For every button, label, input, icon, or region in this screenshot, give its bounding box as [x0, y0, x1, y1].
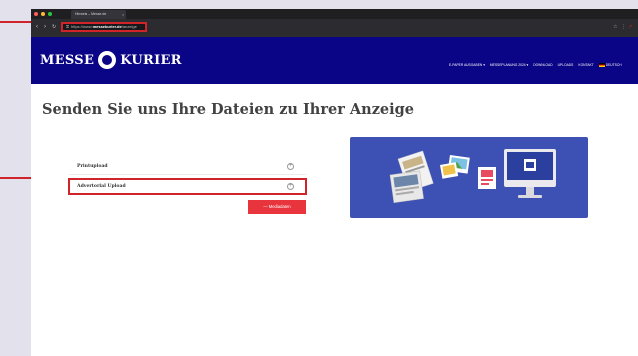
accordion-item-advertorial-upload[interactable]: Advertorial Upload: [77, 184, 126, 189]
title-bar: Hinweis – Messe.de ×: [31, 9, 638, 19]
menu-item-language-label: DEUTSCH: [605, 63, 622, 67]
menu-item-messeplanung[interactable]: MESSEPLANUNG 2024 ▾: [490, 63, 528, 68]
expand-advertorial-icon[interactable]: +: [287, 183, 294, 190]
browser-window: Hinweis – Messe.de × ‹ › ↻ ⚿ https://www.…: [31, 9, 638, 356]
logo-text-right: KURIER: [120, 52, 182, 68]
extensions-icon[interactable]: ⋮: [621, 23, 626, 31]
star-icon[interactable]: ☆: [613, 23, 617, 31]
browser-tab[interactable]: Hinweis – Messe.de: [71, 10, 126, 19]
minimize-window-dot[interactable]: [41, 12, 45, 16]
chevron-down-icon: ▾: [526, 63, 529, 67]
url-path: /anzeige: [121, 24, 137, 29]
address-bar[interactable]: ⚿ https://www.messekurier.de/anzeige: [61, 22, 147, 32]
tab-title: Hinweis – Messe.de: [75, 12, 107, 16]
lock-icon: ⚿: [66, 24, 70, 29]
url-domain: messekurier.de: [92, 24, 122, 29]
url-prefix: https://www.: [71, 24, 93, 29]
expand-printupload-icon[interactable]: +: [287, 163, 294, 170]
upload-illustration: [350, 137, 588, 218]
back-icon[interactable]: ‹: [36, 23, 38, 31]
accordion-divider: [69, 174, 306, 175]
page-title: Senden Sie uns Ihre Dateien zu Ihrer Anz…: [42, 101, 415, 118]
menu-item-epaper[interactable]: E-PAPER AUSGABEN ▾: [449, 63, 485, 68]
logo-emblem-icon: [98, 51, 117, 69]
mediadaten-button[interactable]: — Mediadaten: [248, 200, 306, 214]
tab-close-icon[interactable]: ×: [122, 10, 124, 19]
site-logo[interactable]: MESSE KURIER: [40, 49, 182, 71]
menu-item-kontakt[interactable]: KONTAKT: [578, 63, 593, 68]
menu-item-uploads[interactable]: UPLOADS: [558, 63, 574, 68]
chevron-down-icon: ▾: [483, 63, 485, 67]
menu-item-messeplanung-label: MESSEPLANUNG 2024: [489, 63, 526, 67]
logo-text-left: MESSE: [40, 52, 95, 68]
devices-illustration: [389, 149, 556, 204]
profile-icon[interactable]: ↗: [628, 23, 632, 31]
main-menu: E-PAPER AUSGABEN ▾ MESSEPLANUNG 2024 ▾ D…: [449, 63, 622, 68]
close-window-dot[interactable]: [34, 12, 38, 16]
reload-icon[interactable]: ↻: [52, 23, 56, 31]
accordion-item-printupload[interactable]: Printupload: [77, 164, 108, 169]
maximize-window-dot[interactable]: [48, 12, 52, 16]
menu-item-epaper-label: E-PAPER AUSGABEN: [449, 63, 483, 67]
menu-item-download[interactable]: DOWNLOAD: [533, 63, 552, 68]
forward-icon[interactable]: ›: [44, 23, 46, 31]
site-header: MESSE KURIER E-PAPER AUSGABEN ▾ MESSEPLA…: [31, 37, 638, 84]
german-flag-icon: [598, 63, 605, 68]
browser-toolbar: ‹ › ↻ ⚿ https://www.messekurier.de/anzeig…: [31, 19, 638, 37]
menu-item-language[interactable]: DEUTSCH: [598, 63, 622, 68]
